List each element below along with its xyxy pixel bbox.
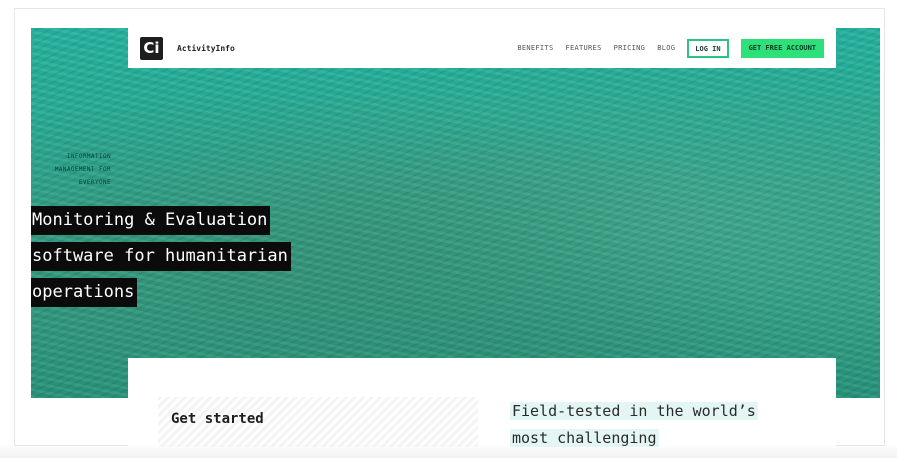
headline-line: operations — [31, 278, 138, 307]
nav-link-features[interactable]: FEATURES — [565, 44, 601, 52]
top-navbar: Ci ActivityInfo BENEFITS FEATURES PRICIN… — [128, 28, 836, 68]
nav-link-blog[interactable]: BLOG — [657, 44, 675, 52]
hero-tagline: INFORMATION MANAGEMENT FOR EVERYONE — [31, 150, 111, 189]
bottom-fade — [0, 444, 897, 458]
logo-icon[interactable]: Ci — [140, 36, 163, 60]
login-button[interactable]: LOG IN — [687, 38, 729, 58]
headline-line: Monitoring & Evaluation — [31, 206, 271, 235]
field-tested-line: Field-tested in the world’s — [510, 402, 758, 420]
hero-headline: Monitoring & Evaluation software for hum… — [31, 205, 291, 313]
get-started-heading: Get started — [171, 411, 264, 427]
brand-name[interactable]: ActivityInfo — [177, 44, 235, 53]
nav-link-benefits[interactable]: BENEFITS — [517, 44, 553, 52]
nav-link-pricing[interactable]: PRICING — [614, 44, 646, 52]
nav-links: BENEFITS FEATURES PRICING BLOG — [517, 44, 675, 52]
get-free-account-button[interactable]: GET FREE ACCOUNT — [740, 38, 824, 58]
tagline-line: EVERYONE — [78, 179, 111, 186]
tagline-line: MANAGEMENT FOR — [54, 166, 111, 173]
page: Ci ActivityInfo BENEFITS FEATURES PRICIN… — [0, 0, 897, 458]
headline-line: software for humanitarian — [31, 242, 291, 271]
tagline-line: INFORMATION — [66, 153, 111, 160]
